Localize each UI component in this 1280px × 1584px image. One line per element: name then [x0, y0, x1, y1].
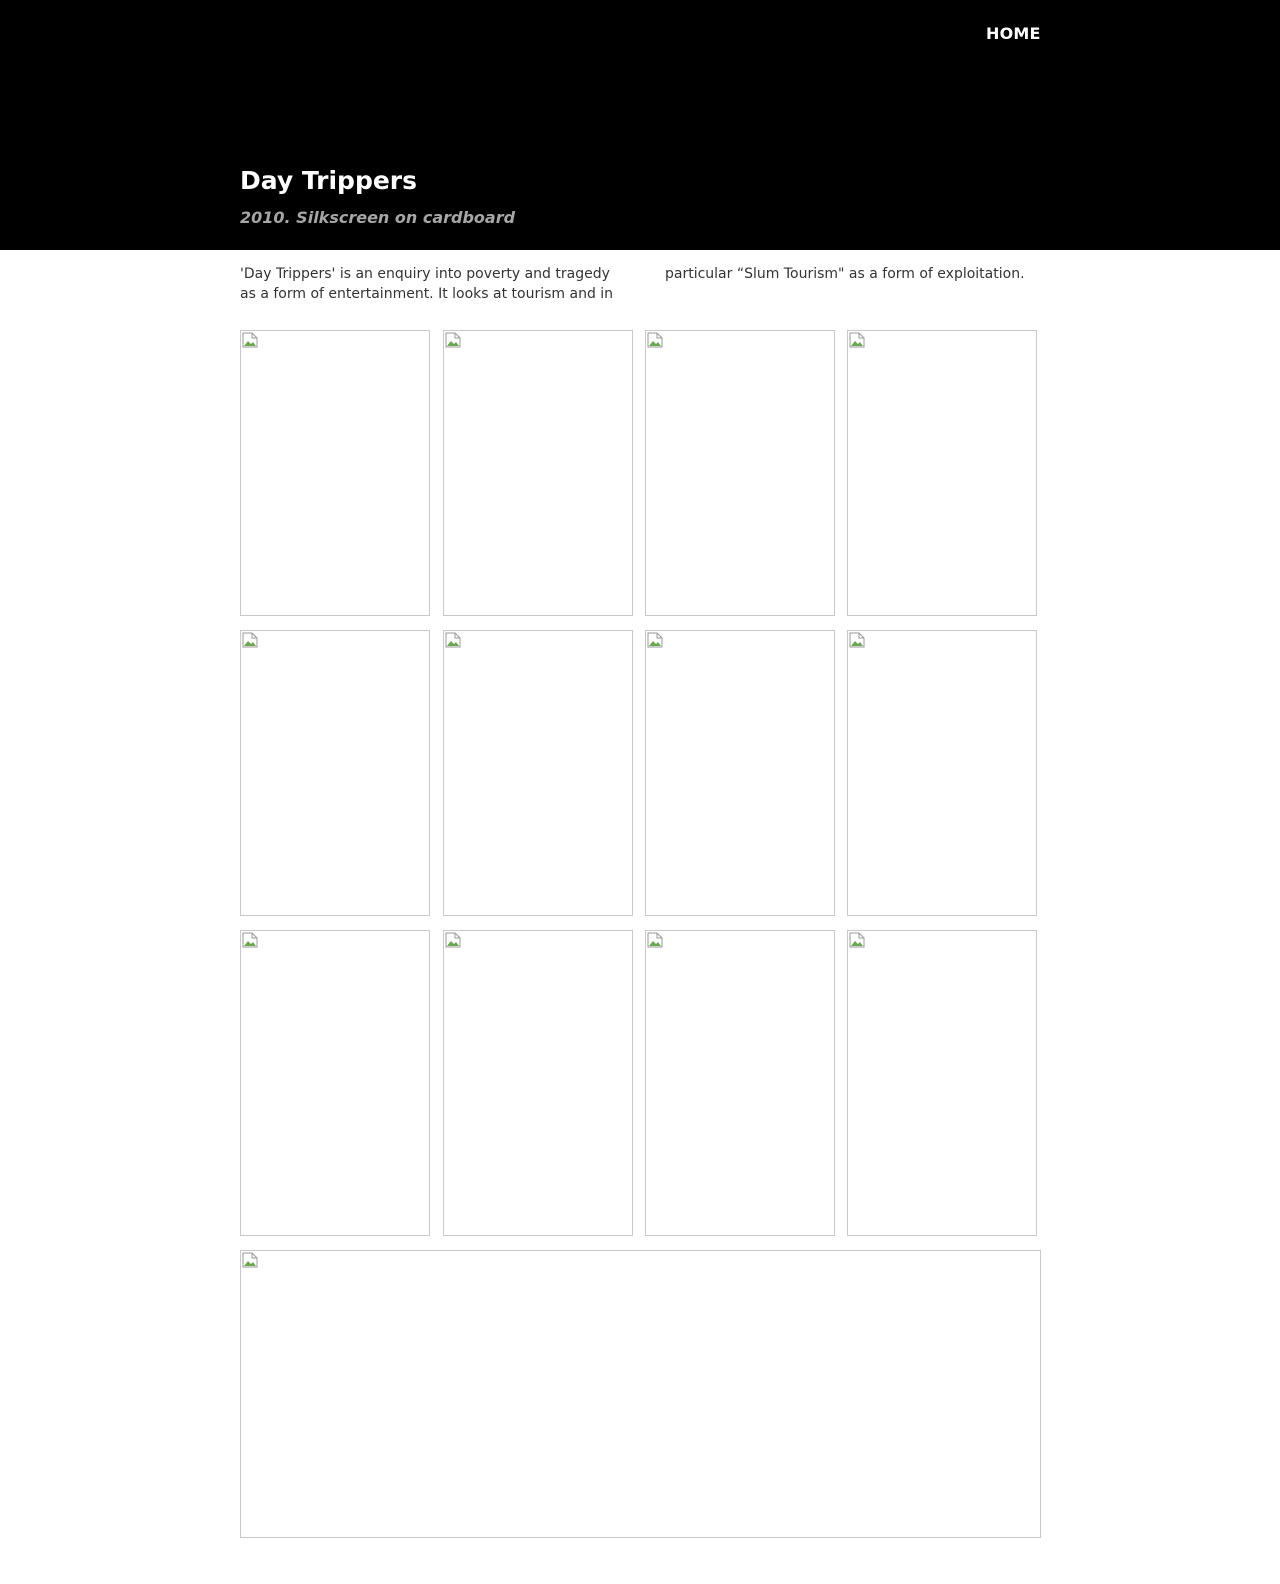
gallery-image[interactable]	[240, 930, 430, 1236]
broken-image-icon	[445, 932, 461, 948]
page-title: Day Trippers	[240, 166, 418, 195]
broken-image-icon	[849, 632, 865, 648]
site-header: HOME Day Trippers 2010. Silkscreen on ca…	[0, 0, 1280, 250]
gallery-image[interactable]	[240, 630, 430, 916]
broken-image-icon	[242, 632, 258, 648]
gallery-image[interactable]	[645, 630, 835, 916]
broken-image-icon	[242, 332, 258, 348]
broken-image-icon	[445, 332, 461, 348]
page-subtitle: 2010. Silkscreen on cardboard	[240, 208, 516, 227]
gallery-image[interactable]	[847, 930, 1037, 1236]
broken-image-icon	[647, 332, 663, 348]
project-description: 'Day Trippers' is an enquiry into povert…	[240, 266, 1025, 302]
broken-image-icon	[647, 932, 663, 948]
gallery-image-wide[interactable]	[240, 1250, 1041, 1538]
broken-image-icon	[849, 932, 865, 948]
broken-image-icon	[242, 1252, 258, 1268]
gallery-image[interactable]	[240, 330, 430, 616]
broken-image-icon	[647, 632, 663, 648]
broken-image-icon	[445, 632, 461, 648]
gallery-image[interactable]	[443, 330, 633, 616]
gallery-image[interactable]	[443, 630, 633, 916]
broken-image-icon	[849, 332, 865, 348]
nav-home-link[interactable]: HOME	[986, 24, 1041, 43]
gallery-image[interactable]	[847, 630, 1037, 916]
broken-image-icon	[242, 932, 258, 948]
gallery-image[interactable]	[645, 330, 835, 616]
gallery-image[interactable]	[645, 930, 835, 1236]
gallery-image[interactable]	[443, 930, 633, 1236]
gallery-image[interactable]	[847, 330, 1037, 616]
